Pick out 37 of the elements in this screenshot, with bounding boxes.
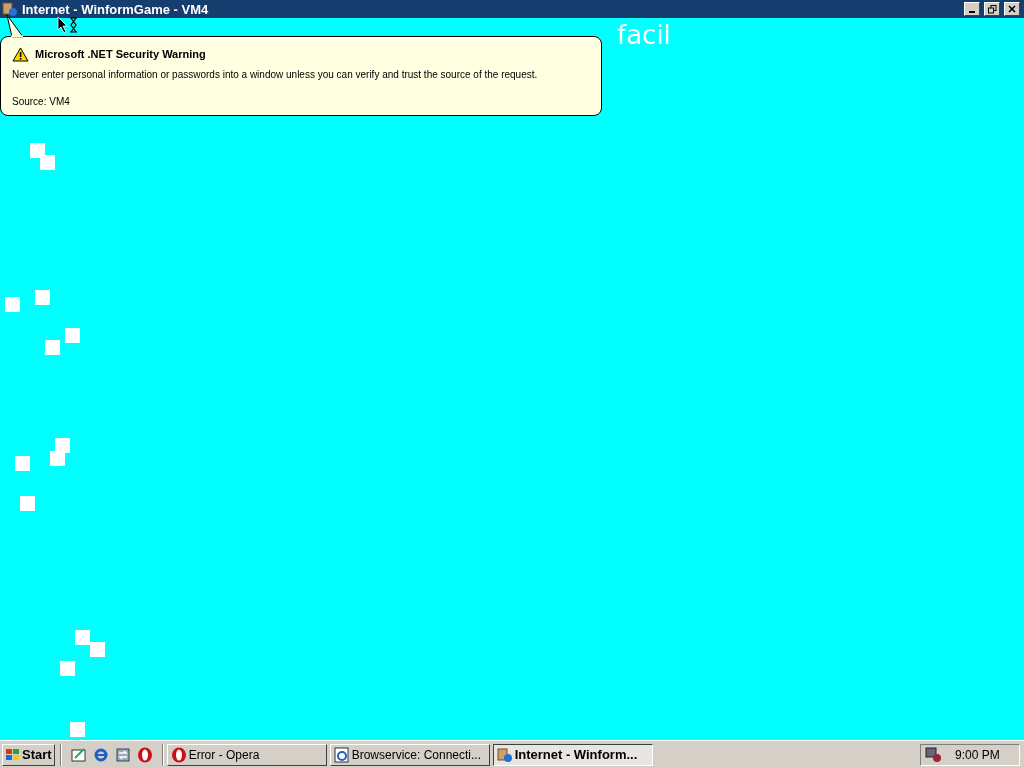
game-block: [5, 297, 20, 312]
taskbar-button[interactable]: Browservice: Connecti...: [329, 743, 490, 766]
opera-icon[interactable]: [136, 746, 153, 763]
game-block: [75, 630, 90, 645]
sync-icon[interactable]: [114, 746, 131, 763]
app-icon: [2, 1, 18, 17]
opera-icon: [170, 746, 187, 763]
game-block: [65, 328, 80, 343]
taskbar-button[interactable]: Error - Opera: [166, 743, 327, 766]
game-block: [35, 290, 50, 305]
game-block: [15, 456, 30, 471]
minimize-icon: [969, 11, 975, 13]
restore-button[interactable]: [984, 2, 1000, 16]
app-icon: [496, 746, 513, 763]
close-icon: [1008, 5, 1016, 13]
game-block: [20, 496, 35, 511]
restore-icon: [987, 4, 997, 14]
game-block: [55, 438, 70, 453]
window-title: Internet - WinformGame - VM4: [22, 2, 209, 16]
game-caption: facil: [617, 22, 671, 48]
balloon-source: Source: VM4: [12, 94, 71, 109]
game-block: [70, 722, 85, 737]
windows-logo-icon: [5, 747, 21, 762]
close-button[interactable]: [1004, 2, 1020, 16]
game-block: [45, 340, 60, 355]
game-block: [60, 661, 75, 676]
game-block: [90, 642, 105, 657]
clock: 9:00 PM: [955, 746, 1000, 764]
warning-icon: [12, 46, 29, 62]
desktop-icon[interactable]: [70, 746, 87, 763]
minimize-button[interactable]: [964, 2, 980, 16]
game-block: [50, 451, 65, 466]
game-block: [40, 155, 55, 170]
balloon-title: Microsoft .NET Security Warning: [35, 47, 206, 62]
start-button[interactable]: Start: [2, 743, 55, 766]
taskbar-button[interactable]: Internet - Winform...: [492, 743, 653, 766]
balloon-message: Never enter personal information or passwords into a window unless you can verify and trust the source of the request.: [12, 67, 539, 82]
